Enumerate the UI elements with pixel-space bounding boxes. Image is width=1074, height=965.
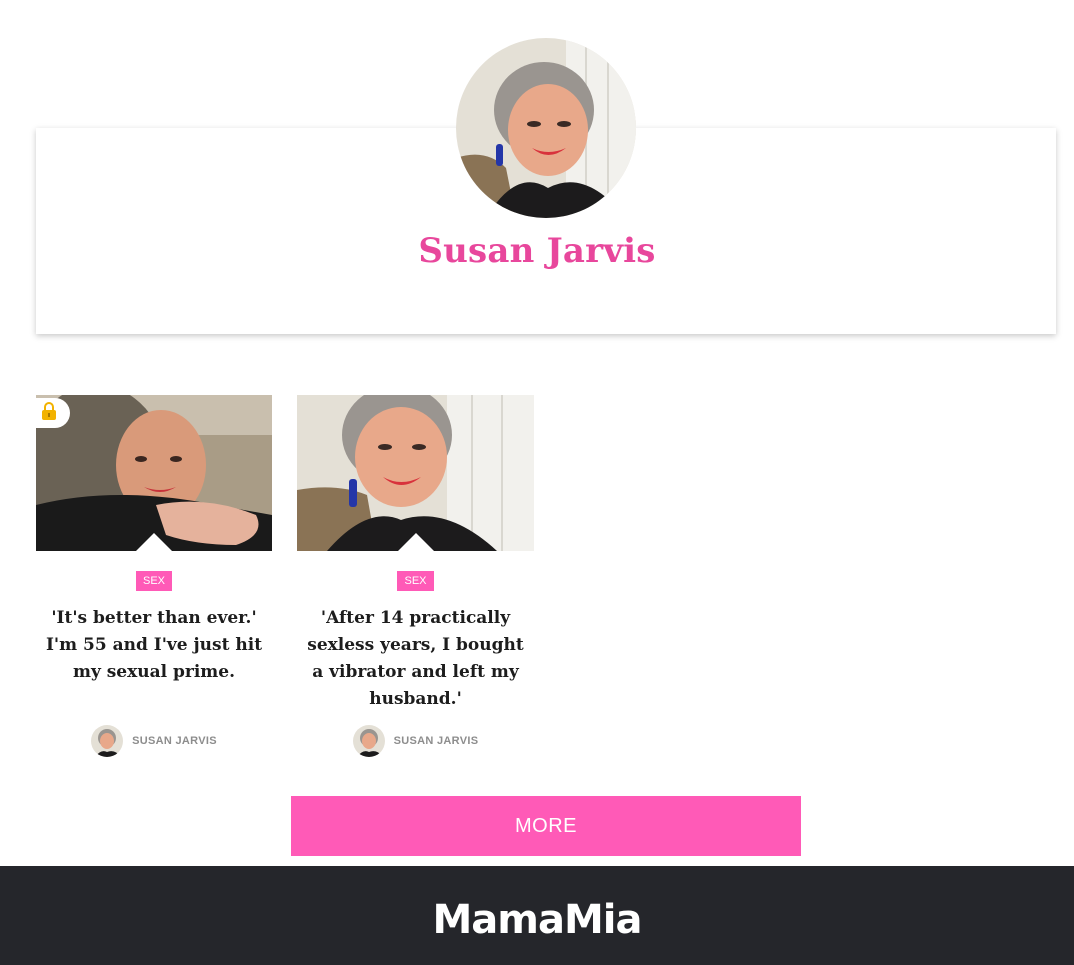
category-tag[interactable]: SEX bbox=[135, 571, 172, 591]
article-title[interactable]: 'After 14 practically sexless years, I b… bbox=[297, 605, 534, 713]
author-avatar bbox=[456, 38, 636, 218]
image-notch bbox=[397, 533, 434, 551]
byline-author-name[interactable]: SUSAN JARVIS bbox=[394, 735, 479, 747]
byline-avatar bbox=[352, 725, 385, 757]
article-card[interactable]: SEX 'It's better than ever.' I'm 55 and … bbox=[36, 395, 272, 757]
article-title[interactable]: 'It's better than ever.' I'm 55 and I've… bbox=[36, 605, 272, 686]
site-logo[interactable]: MamaMia bbox=[0, 896, 1074, 944]
image-notch bbox=[136, 533, 172, 551]
lock-icon bbox=[41, 401, 57, 426]
article-card[interactable]: SEX 'After 14 practically sexless years,… bbox=[297, 395, 534, 757]
author-name: Susan Jarvis bbox=[418, 231, 656, 271]
lock-badge bbox=[36, 398, 70, 428]
article-image[interactable] bbox=[36, 395, 272, 551]
category-tag[interactable]: SEX bbox=[397, 571, 434, 591]
footer: MamaMia bbox=[0, 866, 1074, 965]
article-byline[interactable]: SUSAN JARVIS bbox=[36, 725, 272, 757]
article-byline[interactable]: SUSAN JARVIS bbox=[297, 725, 534, 757]
byline-author-name[interactable]: SUSAN JARVIS bbox=[132, 735, 217, 747]
byline-avatar bbox=[91, 725, 124, 757]
more-button[interactable]: MORE bbox=[291, 796, 801, 856]
article-image[interactable] bbox=[297, 395, 534, 551]
